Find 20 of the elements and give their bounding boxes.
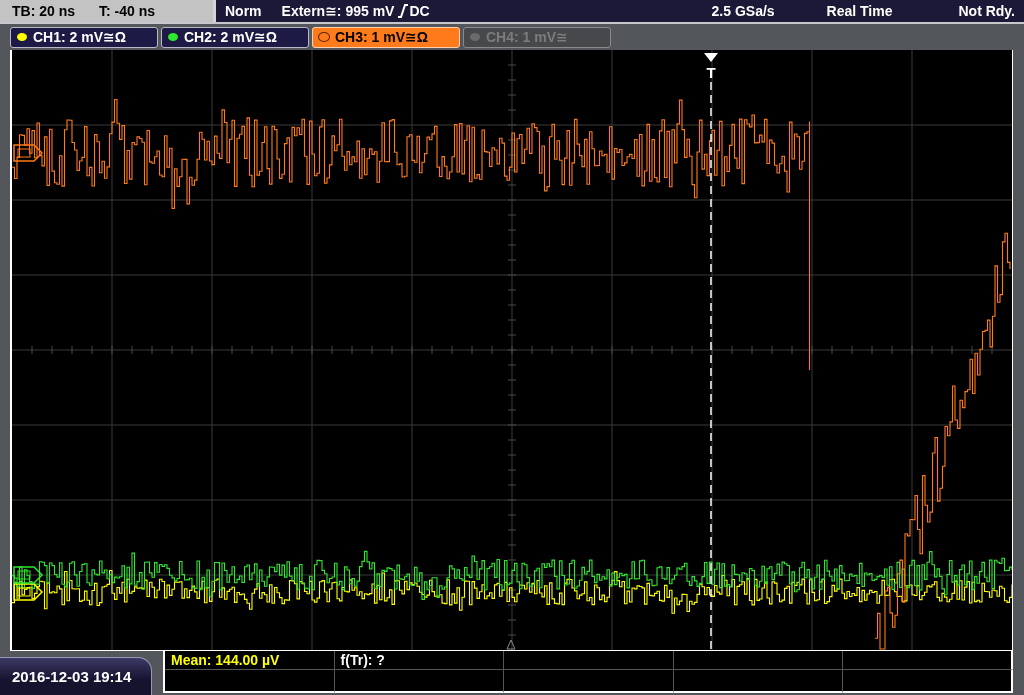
timestamp-label: 2016-12-03 19:14	[0, 657, 152, 695]
channel-tab[interactable]: CH3: 1 mV≅Ω	[312, 26, 460, 48]
channel-tab[interactable]: CH1: 2 mV≅Ω	[10, 26, 158, 48]
status-label: Not Rdy.	[958, 3, 1015, 19]
channel-marker-icon[interactable]	[13, 566, 44, 584]
trigger-label: T	[706, 64, 716, 81]
acquisition-mode-label: Real Time	[826, 3, 893, 19]
sample-rate-label: 2.5 GSa/s	[711, 3, 775, 19]
trigger-source-label: Extern≅: 995 mV	[281, 3, 395, 19]
trigger-mode-label: Norm	[225, 3, 262, 19]
coupling-label: DC	[409, 3, 430, 19]
measurement-value: f(Tr): ?	[340, 652, 385, 668]
measurement-value: Mean: 144.00 µV	[171, 652, 280, 668]
timebase-label: TB: 20 ns	[12, 3, 76, 19]
rising-edge-icon	[398, 4, 409, 18]
trigger-marker-icon[interactable]	[704, 53, 718, 62]
channel-tab[interactable]: CH2: 2 mV≅Ω	[161, 26, 309, 48]
channel-marker-icon[interactable]	[13, 144, 44, 162]
trigger-time-label: T: -40 ns	[99, 3, 155, 19]
triangle-marker-icon	[506, 639, 516, 650]
